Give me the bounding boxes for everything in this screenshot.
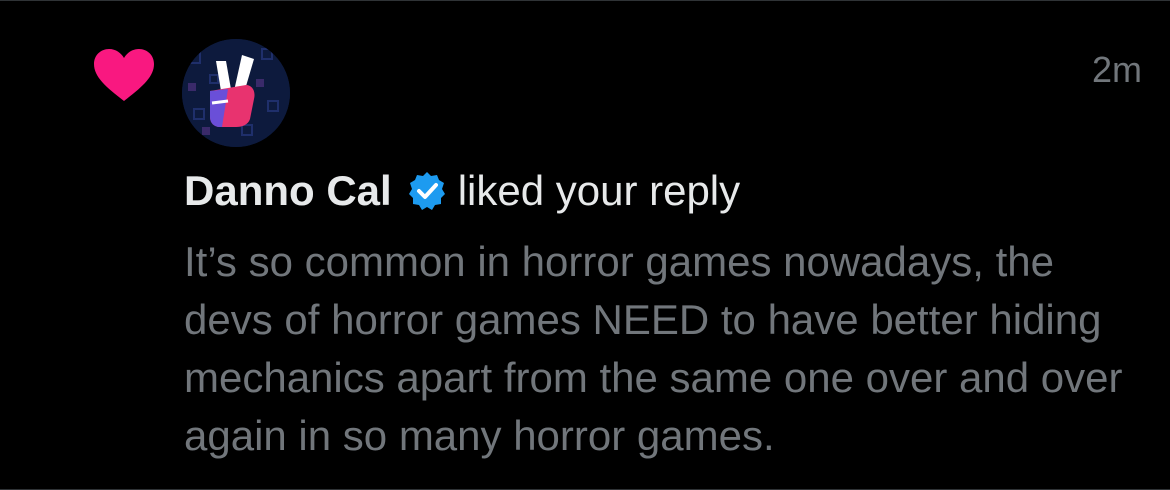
peace-hand-icon [182, 39, 290, 147]
notification-headline: Danno Cal liked your reply [184, 167, 740, 215]
action-text: liked your reply [457, 167, 741, 214]
avatar[interactable] [182, 39, 290, 147]
user-name[interactable]: Danno Cal [184, 167, 392, 215]
timestamp: 2m [1091, 49, 1142, 90]
like-notification[interactable]: 2m Danno Cal liked your reply It’s so co… [0, 0, 1170, 490]
reply-text[interactable]: It’s so common in horror games nowadays,… [184, 233, 1154, 465]
heart-icon [94, 49, 154, 101]
verified-badge-icon [408, 172, 445, 210]
